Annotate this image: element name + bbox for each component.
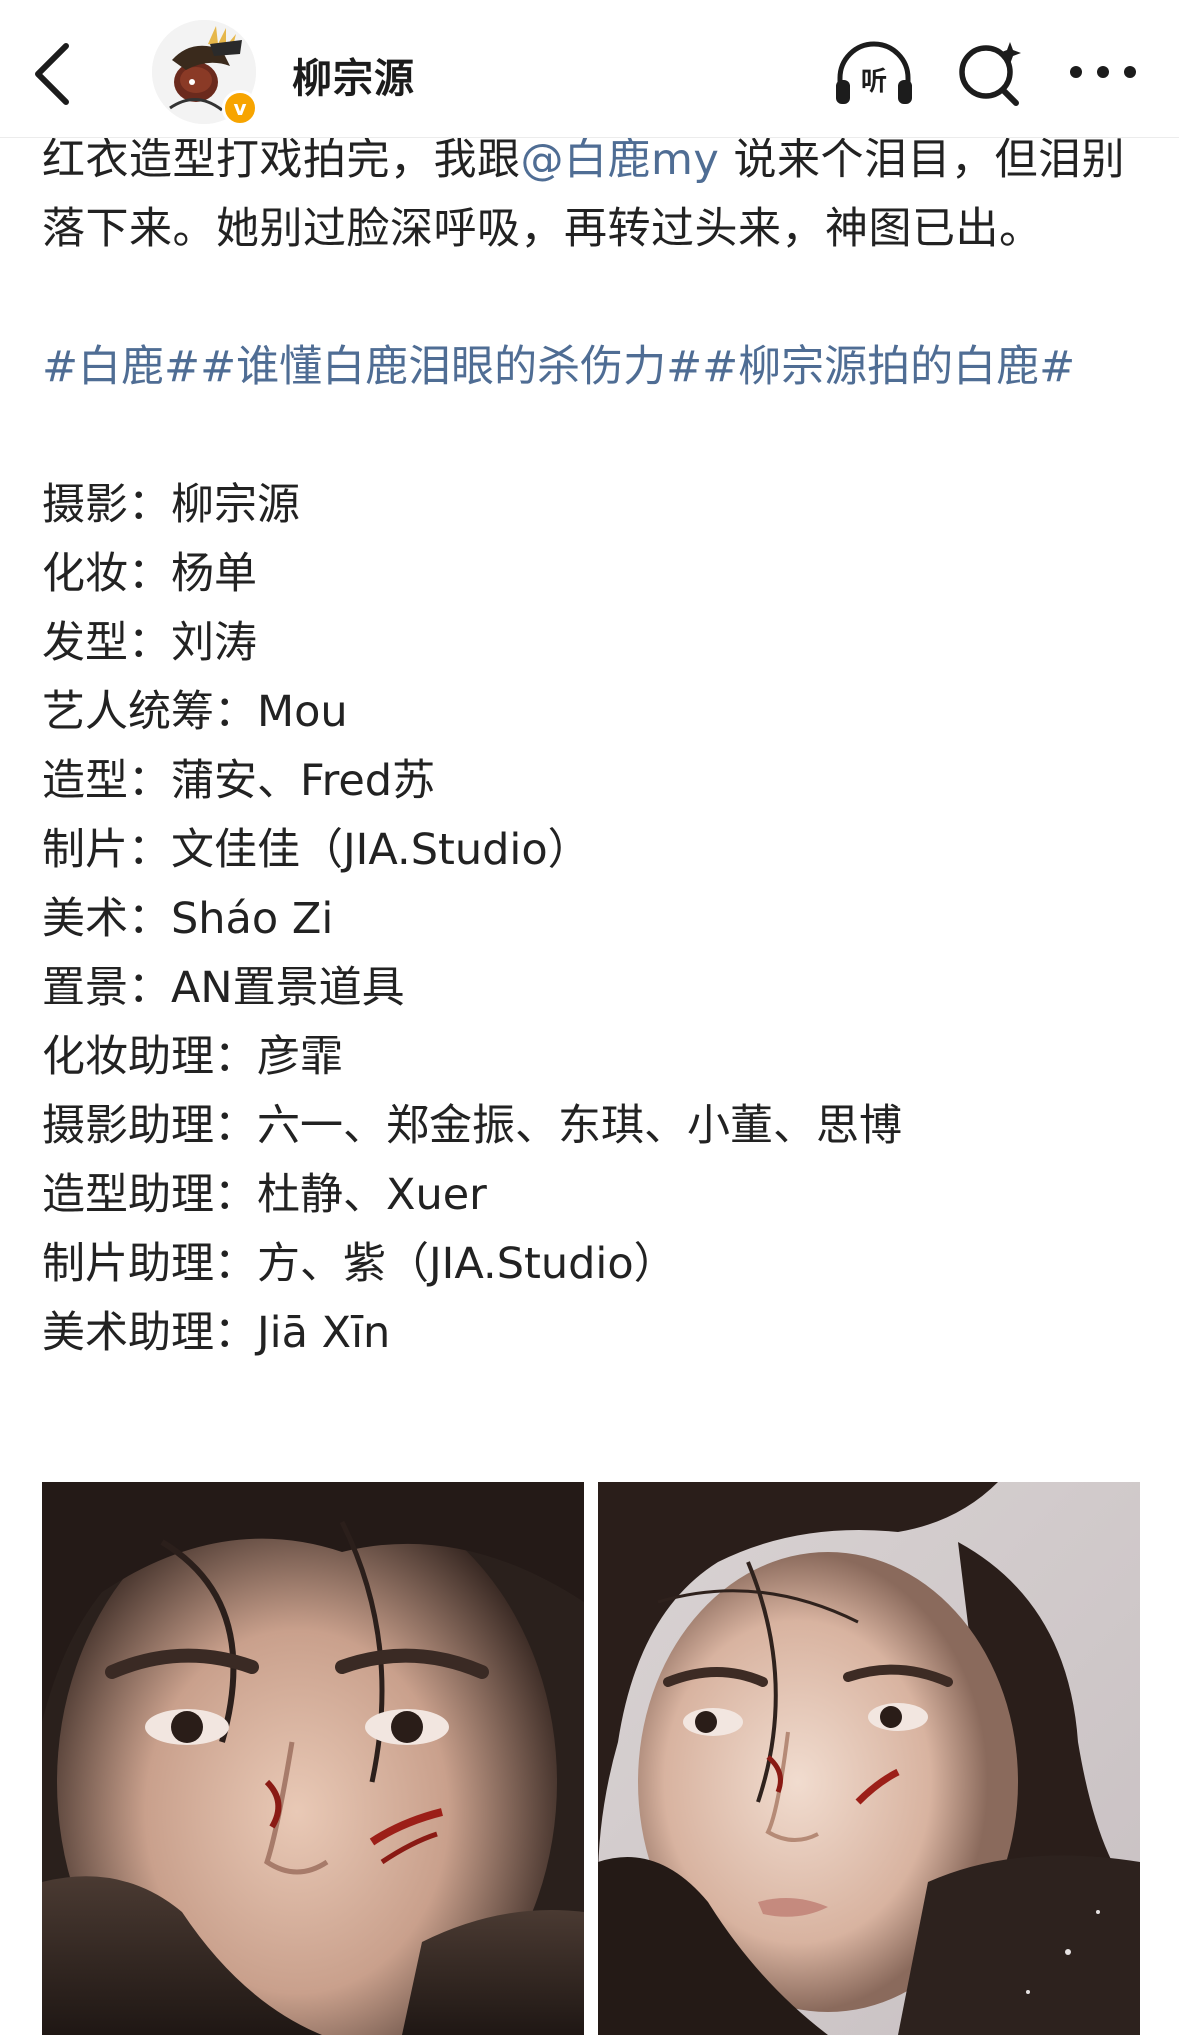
- post-content: 红衣造型打戏拍完，我跟@白鹿my 说来个泪目，但泪别落下来。她别过脸深呼吸，再转…: [42, 126, 1152, 1368]
- credit-role: 美术：: [42, 894, 171, 944]
- more-button[interactable]: [1066, 44, 1140, 100]
- credit-name: 杨单: [171, 549, 257, 599]
- chevron-left-icon: [35, 43, 69, 105]
- credit-line: 化妆：杨单: [42, 540, 1152, 609]
- credit-role: 造型助理：: [42, 1170, 257, 1220]
- credit-name: Jiā Xīn: [257, 1308, 391, 1358]
- credit-line: 发型：刘涛: [42, 609, 1152, 678]
- hashtag-photographer[interactable]: #柳宗源拍的白鹿#: [702, 342, 1075, 392]
- credit-role: 化妆助理：: [42, 1032, 257, 1082]
- search-button[interactable]: [952, 36, 1028, 112]
- credit-role: 制片助理：: [42, 1239, 257, 1289]
- credit-name: 蒲安、Fred苏: [171, 756, 436, 806]
- photo-2-image: [598, 1482, 1140, 2035]
- back-button[interactable]: [26, 36, 82, 112]
- top-navigation-bar: v 柳宗源 听: [0, 0, 1179, 138]
- credit-name: 六一、郑金振、东琪、小董、思博: [257, 1101, 902, 1151]
- account-name[interactable]: 柳宗源: [292, 46, 415, 104]
- post-photo-2[interactable]: [598, 1482, 1140, 2035]
- credit-role: 置景：: [42, 963, 171, 1013]
- credit-line: 摄影助理：六一、郑金振、东琪、小董、思博: [42, 1092, 1152, 1161]
- credit-line: 艺人统筹：Mou: [42, 678, 1152, 747]
- credit-name: 文佳佳（JIA.Studio）: [171, 825, 591, 875]
- credit-role: 化妆：: [42, 549, 171, 599]
- credit-line: 制片：文佳佳（JIA.Studio）: [42, 816, 1152, 885]
- credit-line: 制片助理：方、紫（JIA.Studio）: [42, 1230, 1152, 1299]
- credit-line: 置景：AN置景道具: [42, 954, 1152, 1023]
- credit-name: Mou: [257, 687, 348, 737]
- credit-line: 造型助理：杜静、Xuer: [42, 1161, 1152, 1230]
- credit-role: 造型：: [42, 756, 171, 806]
- more-dots-icon: [1070, 66, 1136, 78]
- credit-role: 发型：: [42, 618, 171, 668]
- listen-button[interactable]: 听: [832, 38, 916, 110]
- hashtag-list: #白鹿##谁懂白鹿泪眼的杀伤力##柳宗源拍的白鹿#: [42, 333, 1152, 402]
- credit-role: 摄影助理：: [42, 1101, 257, 1151]
- credit-name: 刘涛: [171, 618, 257, 668]
- credit-line: 摄影：柳宗源: [42, 471, 1152, 540]
- credit-role: 制片：: [42, 825, 171, 875]
- credit-name: 杜静、Xuer: [257, 1170, 487, 1220]
- image-grid: [42, 1482, 1140, 2035]
- credit-name: AN置景道具: [171, 963, 405, 1013]
- mention-link[interactable]: @白鹿my: [521, 135, 720, 185]
- headphones-icon: 听: [836, 41, 912, 104]
- listen-label: 听: [861, 67, 887, 97]
- verified-badge-icon: v: [222, 90, 258, 126]
- credit-line: 化妆助理：彦霏: [42, 1023, 1152, 1092]
- credit-name: 彦霏: [257, 1032, 343, 1082]
- credits-list: 摄影：柳宗源 化妆：杨单 发型：刘涛 艺人统筹：Mou 造型：蒲安、Fred苏 …: [42, 471, 1152, 1368]
- post-text-part-1: 红衣造型打戏拍完，我跟: [42, 135, 521, 185]
- credit-role: 摄影：: [42, 480, 171, 530]
- credit-line: 美术：Sháo Zi: [42, 885, 1152, 954]
- credit-name: 方、紫（JIA.Studio）: [257, 1239, 677, 1289]
- credit-role: 美术助理：: [42, 1308, 257, 1358]
- post-body-text: 红衣造型打戏拍完，我跟@白鹿my 说来个泪目，但泪别落下来。她别过脸深呼吸，再转…: [42, 126, 1152, 264]
- credit-name: 柳宗源: [171, 480, 300, 530]
- photo-1-image: [42, 1482, 584, 2035]
- credit-line: 造型：蒲安、Fred苏: [42, 747, 1152, 816]
- credit-name: Sháo Zi: [171, 894, 334, 944]
- post-photo-1[interactable]: [42, 1482, 584, 2035]
- credit-role: 艺人统筹：: [42, 687, 257, 737]
- credit-line: 美术助理：Jiā Xīn: [42, 1299, 1152, 1368]
- search-icon: [959, 42, 1021, 106]
- hashtag-bailu[interactable]: #白鹿#: [42, 342, 200, 392]
- hashtag-tear-eyes[interactable]: #谁懂白鹿泪眼的杀伤力#: [200, 342, 702, 392]
